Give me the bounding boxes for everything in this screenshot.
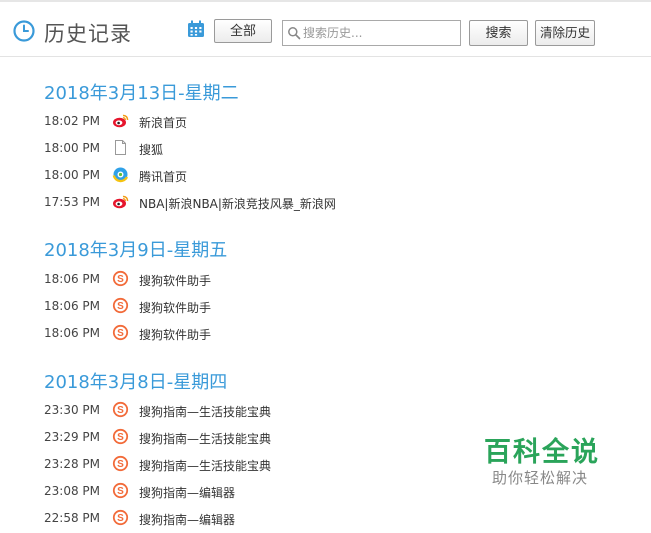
svg-text:S: S [117, 432, 124, 443]
sogou-icon: S [112, 270, 129, 287]
page-link[interactable]: 搜狗指南—生活技能宝典 [139, 457, 271, 474]
qq-browser-icon [112, 167, 129, 183]
visit-time: 17:53 PM [44, 195, 100, 209]
search-icon [288, 27, 301, 40]
calendar-icon[interactable] [187, 20, 205, 38]
weibo-icon [113, 114, 129, 128]
page-link[interactable]: NBA|新浪NBA|新浪竞技风暴_新浪网 [139, 195, 336, 212]
page-title: 历史记录 [44, 22, 132, 46]
history-item[interactable]: 18:00 PM 腾讯首页 [0, 163, 651, 190]
search-button[interactable]: 搜索 [469, 20, 528, 46]
page-link[interactable]: 搜狐 [139, 141, 163, 158]
svg-text:S: S [117, 513, 124, 524]
page-link[interactable]: 腾讯首页 [139, 168, 187, 185]
page-link[interactable]: 搜狗指南—生活技能宝典 [139, 403, 271, 420]
page-link[interactable]: 搜狗指南—生活技能宝典 [139, 430, 271, 447]
search-input[interactable] [303, 22, 453, 44]
history-header: 历史记录 全部 搜索 清除历史 [0, 2, 651, 57]
sogou-icon: S [112, 509, 129, 526]
history-item[interactable]: 17:53 PM NBA|新浪NBA|新浪竞技风暴_新浪网 [0, 190, 651, 217]
date-heading: 2018年3月13日-星期二 [44, 83, 239, 104]
svg-text:S: S [117, 486, 124, 497]
page-link[interactable]: 搜狗软件助手 [139, 272, 211, 289]
history-item[interactable]: 18:06 PM S 搜狗软件助手 [0, 294, 651, 321]
history-item[interactable]: 18:06 PM S 搜狗软件助手 [0, 321, 651, 348]
sogou-icon: S [112, 401, 129, 418]
sogou-icon: S [112, 428, 129, 445]
history-item[interactable]: 23:30 PM S 搜狗指南—生活技能宝典 [0, 398, 651, 425]
watermark-title: 百科全说 [484, 437, 600, 468]
svg-text:S: S [117, 328, 124, 339]
page-icon [115, 140, 126, 155]
svg-text:S: S [117, 301, 124, 312]
visit-time: 23:29 PM [44, 430, 100, 444]
date-heading: 2018年3月8日-星期四 [44, 372, 228, 393]
page-link[interactable]: 搜狗软件助手 [139, 299, 211, 316]
page-link[interactable]: 搜狗软件助手 [139, 326, 211, 343]
watermark-subtitle: 助你轻松解决 [492, 469, 589, 487]
clear-history-button[interactable]: 清除历史 [535, 20, 595, 46]
clock-icon [13, 20, 35, 42]
sogou-icon: S [112, 324, 129, 341]
svg-text:S: S [117, 274, 124, 285]
sogou-icon: S [112, 455, 129, 472]
search-field[interactable] [282, 20, 461, 46]
visit-time: 18:00 PM [44, 168, 100, 182]
sogou-icon: S [112, 482, 129, 499]
svg-text:S: S [117, 405, 124, 416]
visit-time: 22:58 PM [44, 511, 100, 525]
visit-time: 23:28 PM [44, 457, 100, 471]
weibo-icon [113, 195, 129, 209]
visit-time: 23:08 PM [44, 484, 100, 498]
svg-text:S: S [117, 459, 124, 470]
history-item[interactable]: 18:00 PM 搜狐 [0, 136, 651, 163]
watermark: 百科全说 助你轻松解决 [478, 430, 608, 490]
visit-time: 18:02 PM [44, 114, 100, 128]
page-link[interactable]: 搜狗指南—编辑器 [139, 484, 235, 501]
date-heading: 2018年3月9日-星期五 [44, 240, 228, 261]
all-button[interactable]: 全部 [214, 19, 272, 43]
history-item[interactable]: 18:02 PM 新浪首页 [0, 109, 651, 136]
visit-time: 23:30 PM [44, 403, 100, 417]
visit-time: 18:06 PM [44, 326, 100, 340]
visit-time: 18:00 PM [44, 141, 100, 155]
visit-time: 18:06 PM [44, 299, 100, 313]
sogou-icon: S [112, 297, 129, 314]
visit-time: 18:06 PM [44, 272, 100, 286]
page-link[interactable]: 新浪首页 [139, 114, 187, 131]
history-item[interactable]: 18:06 PM S 搜狗软件助手 [0, 267, 651, 294]
